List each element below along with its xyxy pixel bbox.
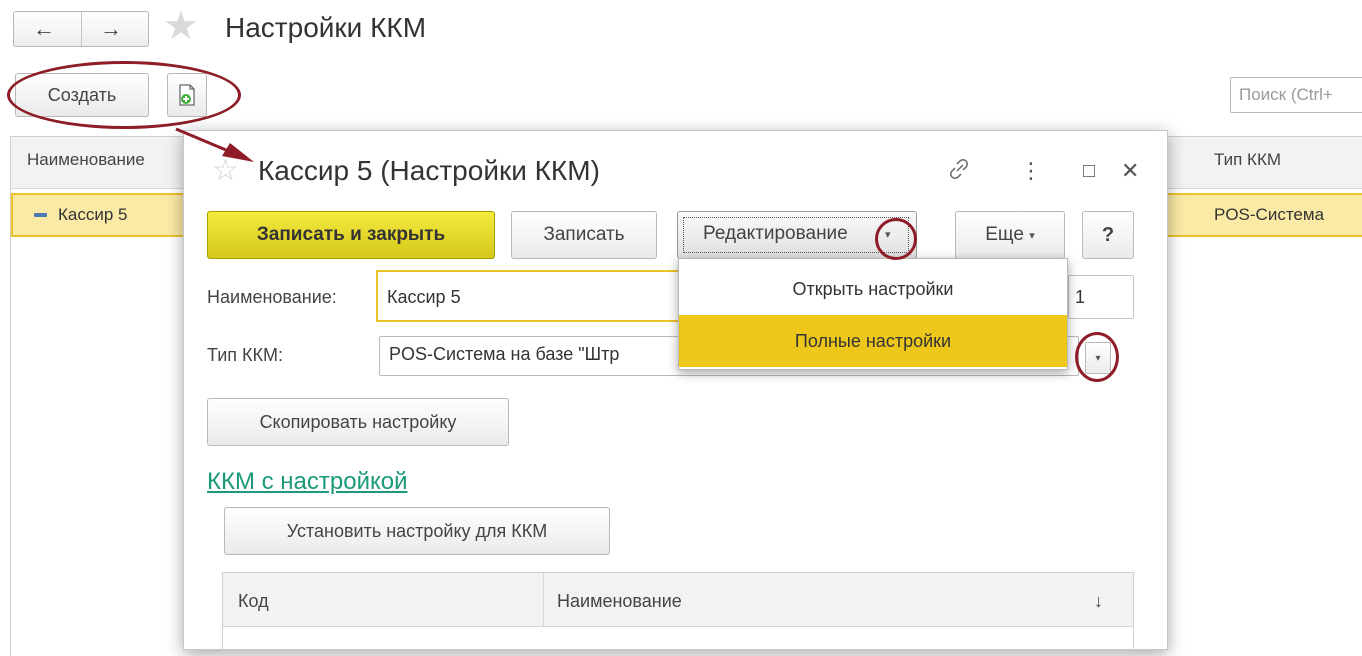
- annotation-arrow: [175, 127, 254, 162]
